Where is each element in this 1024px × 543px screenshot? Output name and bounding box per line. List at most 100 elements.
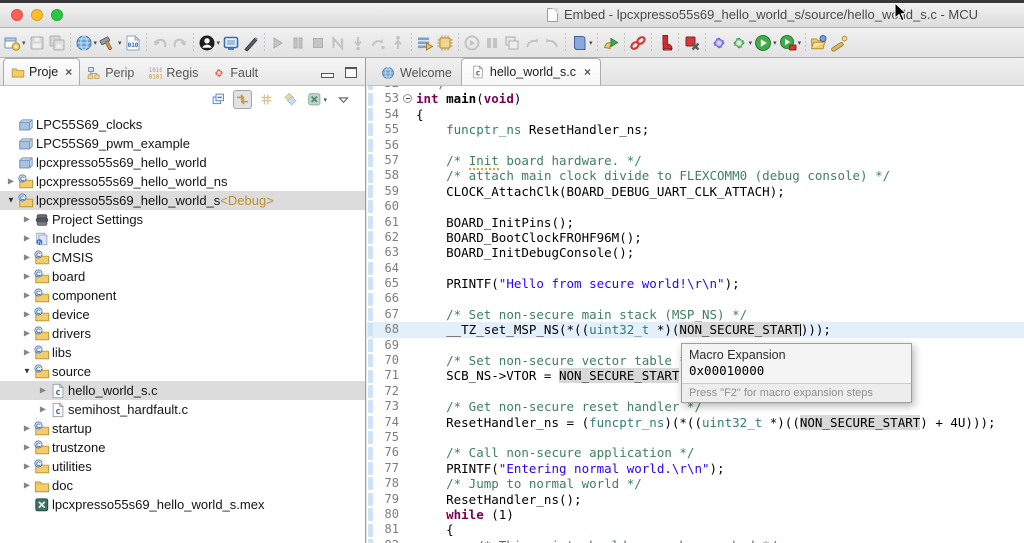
line-number[interactable]: 82 bbox=[375, 538, 402, 543]
bug-blue-button[interactable] bbox=[709, 32, 729, 54]
line-number[interactable]: 79 bbox=[375, 492, 402, 507]
line-number[interactable]: 63 bbox=[375, 245, 402, 260]
line-number[interactable]: 54 bbox=[375, 107, 402, 122]
tree-item-device[interactable]: ▶Cdevice bbox=[0, 305, 365, 324]
tree-item-component[interactable]: ▶Ccomponent bbox=[0, 286, 365, 305]
line-number[interactable]: 68 bbox=[375, 322, 402, 337]
line-number[interactable]: 80 bbox=[375, 507, 402, 522]
tree-item-libs[interactable]: ▶Clibs bbox=[0, 343, 365, 362]
filter-x-button[interactable]: ▾ bbox=[305, 90, 329, 109]
expander-collapsed-icon[interactable]: ▶ bbox=[20, 462, 34, 471]
expander-collapsed-icon[interactable]: ▶ bbox=[20, 443, 34, 452]
tree-item-lpcxpresso55s69-hello-world[interactable]: lpcxpresso55s69_hello_world bbox=[0, 153, 365, 172]
expander-collapsed-icon[interactable]: ▶ bbox=[20, 310, 34, 319]
peripherals-view-button[interactable] bbox=[435, 32, 455, 54]
line-number[interactable]: 56 bbox=[375, 138, 402, 153]
registers-view-button[interactable] bbox=[415, 32, 435, 54]
bug-green-button[interactable]: ▾ bbox=[729, 32, 754, 54]
tree-item-startup[interactable]: ▶Cstartup bbox=[0, 419, 365, 438]
boot-tool-button[interactable] bbox=[655, 32, 675, 54]
line-number[interactable]: 73 bbox=[375, 399, 402, 414]
gui-flash-link-button[interactable] bbox=[628, 32, 648, 54]
code-line-55[interactable]: 55 funcptr_ns ResetHandler_ns; bbox=[367, 122, 1024, 137]
tree-item-trustzone[interactable]: ▶Ctrustzone bbox=[0, 438, 365, 457]
pen-tool-button[interactable] bbox=[241, 32, 261, 54]
code-line-58[interactable]: 58 /* attach main clock divide to FLEXCO… bbox=[367, 168, 1024, 183]
tree-item-lpc55s69-pwm-example[interactable]: LPC55S69_pwm_example bbox=[0, 134, 365, 153]
code-line-57[interactable]: 57 /* Init board hardware. */ bbox=[367, 153, 1024, 168]
line-number[interactable]: 62 bbox=[375, 230, 402, 245]
expander-collapsed-icon[interactable]: ▶ bbox=[20, 291, 34, 300]
code-line-67[interactable]: 67 /* Set non-secure main stack (MSP_NS)… bbox=[367, 307, 1024, 322]
user-profile-button[interactable]: ▾ bbox=[197, 32, 222, 54]
line-number[interactable]: 57 bbox=[375, 153, 402, 168]
line-number[interactable]: 78 bbox=[375, 476, 402, 491]
expander-collapsed-icon[interactable]: ▶ bbox=[36, 386, 50, 395]
expander-collapsed-icon[interactable]: ▶ bbox=[20, 234, 34, 243]
maximize-panel-button[interactable] bbox=[345, 67, 357, 78]
library-book-button[interactable]: ▾ bbox=[569, 32, 594, 54]
view-tab-regis[interactable]: 10100101Regis bbox=[141, 61, 205, 85]
close-window-button[interactable] bbox=[11, 9, 23, 21]
resume-hand-button[interactable] bbox=[601, 32, 621, 54]
build-hammer-button[interactable]: ▾ bbox=[98, 32, 123, 54]
expander-collapsed-icon[interactable]: ▶ bbox=[20, 424, 34, 433]
editor-tab-welcome[interactable]: Welcome bbox=[372, 61, 461, 85]
code-line-62[interactable]: 62 BOARD_BootClockFROHF96M(); bbox=[367, 230, 1024, 245]
tree-item-project-settings[interactable]: ▶Project Settings bbox=[0, 210, 365, 229]
code-line-81[interactable]: 81 { bbox=[367, 522, 1024, 537]
tree-item-lpcxpresso55s69-hello-world-s-mex[interactable]: lpcxpresso55s69_hello_world_s.mex bbox=[0, 495, 365, 514]
tree-item-doc[interactable]: ▶doc bbox=[0, 476, 365, 495]
run-attach-button[interactable]: ▾ bbox=[778, 32, 803, 54]
expander-collapsed-icon[interactable]: ▶ bbox=[20, 348, 34, 357]
line-number[interactable]: 72 bbox=[375, 384, 402, 399]
line-number[interactable]: 81 bbox=[375, 522, 402, 537]
tree-item-drivers[interactable]: ▶Cdrivers bbox=[0, 324, 365, 343]
line-number[interactable]: 65 bbox=[375, 276, 402, 291]
code-line-79[interactable]: 79 ResetHandler_ns(); bbox=[367, 492, 1024, 507]
line-number[interactable]: 76 bbox=[375, 445, 402, 460]
line-number[interactable]: 69 bbox=[375, 338, 402, 353]
expander-collapsed-icon[interactable]: ▶ bbox=[20, 329, 34, 338]
tree-item-hello-world-s-c[interactable]: ▶chello_world_s.c bbox=[0, 381, 365, 400]
code-line-63[interactable]: 63 BOARD_InitDebugConsole(); bbox=[367, 245, 1024, 260]
expander-collapsed-icon[interactable]: ▶ bbox=[20, 481, 34, 490]
tree-item-lpcxpresso55s69-hello-world-s[interactable]: ▼Clpcxpresso55s69_hello_world_s <Debug> bbox=[0, 191, 365, 210]
code-line-60[interactable]: 60 bbox=[367, 199, 1024, 214]
zoom-window-button[interactable] bbox=[51, 9, 63, 21]
run-app-button[interactable]: ▾ bbox=[753, 32, 778, 54]
view-tab-perip[interactable]: Perip bbox=[80, 61, 141, 85]
tree-item-source[interactable]: ▼Csource bbox=[0, 362, 365, 381]
code-line-77[interactable]: 77 PRINTF("Entering normal world.\r\n"); bbox=[367, 461, 1024, 476]
close-tab-icon[interactable]: × bbox=[584, 65, 591, 79]
tree-item-includes[interactable]: ▶hIncludes bbox=[0, 229, 365, 248]
code-line-59[interactable]: 59 CLOCK_AttachClk(BOARD_DEBUG_UART_CLK_… bbox=[367, 184, 1024, 199]
tree-item-board[interactable]: ▶Cboard bbox=[0, 267, 365, 286]
link-with-editor-button[interactable] bbox=[233, 90, 252, 109]
code-line-74[interactable]: 74 ResetHandler_ns = (funcptr_ns)(*((uin… bbox=[367, 415, 1024, 430]
collapse-all-button[interactable] bbox=[209, 90, 228, 109]
code-line-54[interactable]: 54{ bbox=[367, 107, 1024, 122]
line-number[interactable]: 64 bbox=[375, 261, 402, 276]
line-number[interactable]: 60 bbox=[375, 199, 402, 214]
line-number[interactable]: 53 bbox=[375, 91, 402, 106]
console-monitor-button[interactable] bbox=[221, 32, 241, 54]
expander-expanded-icon[interactable]: ▼ bbox=[4, 196, 18, 205]
line-number[interactable]: 77 bbox=[375, 461, 402, 476]
minimize-panel-button[interactable] bbox=[321, 73, 334, 78]
new-wizard-button[interactable]: ▾ bbox=[2, 32, 27, 54]
fold-gutter[interactable] bbox=[402, 91, 416, 106]
tree-item-semihost-hardfault-c[interactable]: ▶csemihost_hardfault.c bbox=[0, 400, 365, 419]
code-line-64[interactable]: 64 bbox=[367, 261, 1024, 276]
line-number[interactable]: 61 bbox=[375, 215, 402, 230]
view-tab-proje[interactable]: Proje× bbox=[3, 58, 80, 85]
project-tree[interactable]: LPC55S69_clocksLPC55S69_pwm_examplelpcxp… bbox=[0, 115, 365, 543]
code-line-68[interactable]: 68 __TZ_set_MSP_NS(*((uint32_t *)(NON_SE… bbox=[367, 322, 1024, 337]
expander-expanded-icon[interactable]: ▼ bbox=[20, 367, 34, 376]
code-editor[interactable]: 52 */53int main(void)54{55 funcptr_ns Re… bbox=[367, 86, 1024, 543]
code-line-53[interactable]: 53int main(void) bbox=[367, 91, 1024, 106]
globe-button[interactable]: ▾ bbox=[74, 32, 99, 54]
expander-collapsed-icon[interactable]: ▶ bbox=[20, 272, 34, 281]
minimize-window-button[interactable] bbox=[31, 9, 43, 21]
expander-collapsed-icon[interactable]: ▶ bbox=[20, 253, 34, 262]
